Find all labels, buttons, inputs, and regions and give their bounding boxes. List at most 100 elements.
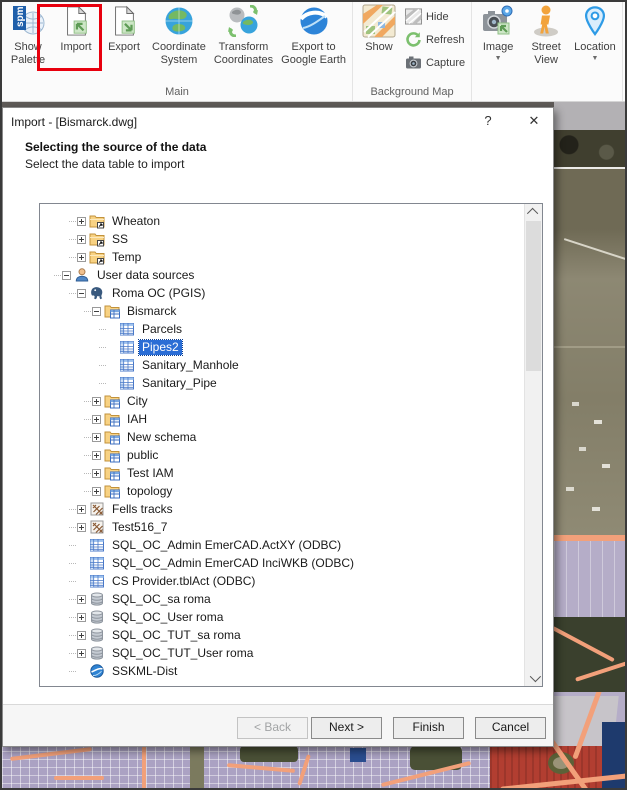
table-icon (119, 375, 135, 391)
tree-item-sql-oc-user-roma[interactable]: SQL_OC_User roma (40, 608, 525, 626)
export-file-icon (109, 5, 139, 42)
connector-line (84, 436, 91, 438)
tree-item-label: Roma OC (PGIS) (112, 285, 206, 300)
tree-item-sql-oc-tut-user-roma[interactable]: SQL_OC_TUT_User roma (40, 644, 525, 662)
tree-item-iah[interactable]: IAH (40, 410, 525, 428)
tree-item-label: Wheaton (112, 213, 161, 228)
import-dialog: Import - [Bismarck.dwg] ? ✕ Selecting th… (2, 107, 554, 747)
button-label: Show Palette (10, 41, 46, 66)
tree-item-topology[interactable]: topology (40, 482, 525, 500)
expand-plus-icon[interactable] (77, 504, 86, 514)
button-label: Hide (425, 10, 449, 23)
svg-text:spm: spm (15, 6, 26, 27)
finish-button[interactable]: Finish (393, 717, 464, 739)
refresh-icon (405, 31, 422, 48)
expand-plus-icon[interactable] (92, 432, 101, 442)
tree-item-city[interactable]: City (40, 392, 525, 410)
cancel-button[interactable]: Cancel (475, 717, 546, 739)
tree-item-test516-7[interactable]: Test516_7 (40, 518, 525, 536)
show-palette-button[interactable]: spm Show Palette (4, 2, 52, 67)
scroll-up-icon[interactable] (525, 204, 542, 220)
location-button[interactable]: Location ▼ (570, 2, 620, 63)
button-label: Export to Google Earth (281, 41, 346, 66)
tree-scrollbar[interactable] (524, 204, 542, 686)
table-icon (119, 339, 135, 355)
connector-line (69, 634, 76, 636)
folder-table-icon (104, 303, 120, 319)
tree-item-roma-oc-pgis[interactable]: Roma OC (PGIS) (40, 284, 525, 302)
tree-item-sql-oc-tut-sa-roma[interactable]: SQL_OC_TUT_sa roma (40, 626, 525, 644)
tree-item-label: SQL_OC_sa roma (112, 591, 211, 606)
expand-plus-icon[interactable] (77, 612, 86, 622)
user-icon (74, 267, 90, 283)
expand-plus-icon[interactable] (77, 594, 86, 604)
tree-item-temp[interactable]: Temp (40, 248, 525, 266)
tree-item-label: topology (127, 483, 173, 498)
refresh-button[interactable]: Refresh (405, 31, 465, 48)
tree-item-user-data-sources[interactable]: User data sources (40, 266, 525, 284)
tree-item-fells-tracks[interactable]: Fells tracks (40, 500, 525, 518)
map-color-icon (362, 4, 396, 43)
street-view-button[interactable]: Street View (522, 2, 570, 67)
tree-item-sql-oc-sa-roma[interactable]: SQL_OC_sa roma (40, 590, 525, 608)
tree-item-new-schema[interactable]: New schema (40, 428, 525, 446)
table-icon (89, 555, 105, 571)
help-button[interactable]: ? (479, 112, 497, 130)
tree-item-public[interactable]: public (40, 446, 525, 464)
expand-plus-icon[interactable] (92, 450, 101, 460)
tree-item-bismarck[interactable]: Bismarck (40, 302, 525, 320)
app-window: spm Show Palette Import Export Coordinate Sy… (0, 0, 627, 790)
connector-line (69, 256, 76, 258)
expand-plus-icon[interactable] (77, 252, 86, 262)
expand-plus-icon[interactable] (92, 414, 101, 424)
expand-plus-icon[interactable] (77, 234, 86, 244)
database-icon (89, 609, 105, 625)
connector-line (84, 418, 91, 420)
database-icon (89, 627, 105, 643)
folder-table-icon (104, 429, 120, 445)
tree-item-sanitary-manhole[interactable]: Sanitary_Manhole (40, 356, 525, 374)
transform-coordinates-button[interactable]: Transform Coordinates (210, 2, 277, 67)
tree-item-sanitary-pipe[interactable]: Sanitary_Pipe (40, 374, 525, 392)
collapse-minus-icon[interactable] (77, 288, 86, 298)
show-button[interactable]: Show (355, 2, 403, 54)
scrollbar-thumb[interactable] (526, 221, 541, 371)
export-to-google-earth-button[interactable]: Export to Google Earth (277, 2, 350, 67)
next-button[interactable]: Next > (311, 717, 382, 739)
tree-item-sskml-dist[interactable]: SSKML-Dist (40, 662, 525, 680)
expand-plus-icon[interactable] (92, 486, 101, 496)
tree-item-ss[interactable]: SS (40, 230, 525, 248)
coordinate-system-button[interactable]: Coordinate System (148, 2, 210, 67)
tree-item-test-iam[interactable]: Test IAM (40, 464, 525, 482)
connector-line (84, 310, 91, 312)
tree-item-pipes2[interactable]: Pipes2 (40, 338, 525, 356)
tree-item-label: SQL_OC_Admin EmerCAD InciWKB (ODBC) (112, 555, 355, 570)
tree-item-sql-oc-admin-emercad-actxy-odbc[interactable]: SQL_OC_Admin EmerCAD.ActXY (ODBC) (40, 536, 525, 554)
capture-button[interactable]: Capture (405, 54, 465, 71)
tree-item-cs-provider-tblact-odbc[interactable]: CS Provider.tblAct (ODBC) (40, 572, 525, 590)
hide-button[interactable]: Hide (404, 8, 465, 25)
globe-icon (163, 5, 195, 42)
ribbon-group: Image ▼ Street View Location ▼ (472, 2, 623, 101)
tree-item-label: SQL_OC_Admin EmerCAD.ActXY (ODBC) (112, 537, 342, 552)
expand-plus-icon[interactable] (77, 216, 86, 226)
expand-plus-icon[interactable] (77, 522, 86, 532)
close-icon[interactable]: ✕ (521, 112, 547, 130)
tree-item-wheaton[interactable]: Wheaton (40, 212, 525, 230)
collapse-minus-icon[interactable] (92, 306, 101, 316)
export-button[interactable]: Export (100, 2, 148, 54)
import-button[interactable]: Import (52, 2, 100, 54)
expand-plus-icon[interactable] (77, 630, 86, 640)
expand-plus-icon[interactable] (92, 468, 101, 478)
collapse-minus-icon[interactable] (62, 270, 71, 280)
button-label: Import (60, 41, 92, 53)
scroll-down-icon[interactable] (525, 670, 542, 686)
tree-item-parcels[interactable]: Parcels (40, 320, 525, 338)
image-button[interactable]: Image ▼ (474, 2, 522, 63)
expand-plus-icon[interactable] (92, 396, 101, 406)
expand-plus-icon[interactable] (77, 648, 86, 658)
ribbon-group-title: Main (165, 86, 189, 98)
chevron-down-icon: ▼ (494, 55, 502, 62)
tree-item-sql-oc-admin-emercad-inciwkb-odbc[interactable]: SQL_OC_Admin EmerCAD InciWKB (ODBC) (40, 554, 525, 572)
